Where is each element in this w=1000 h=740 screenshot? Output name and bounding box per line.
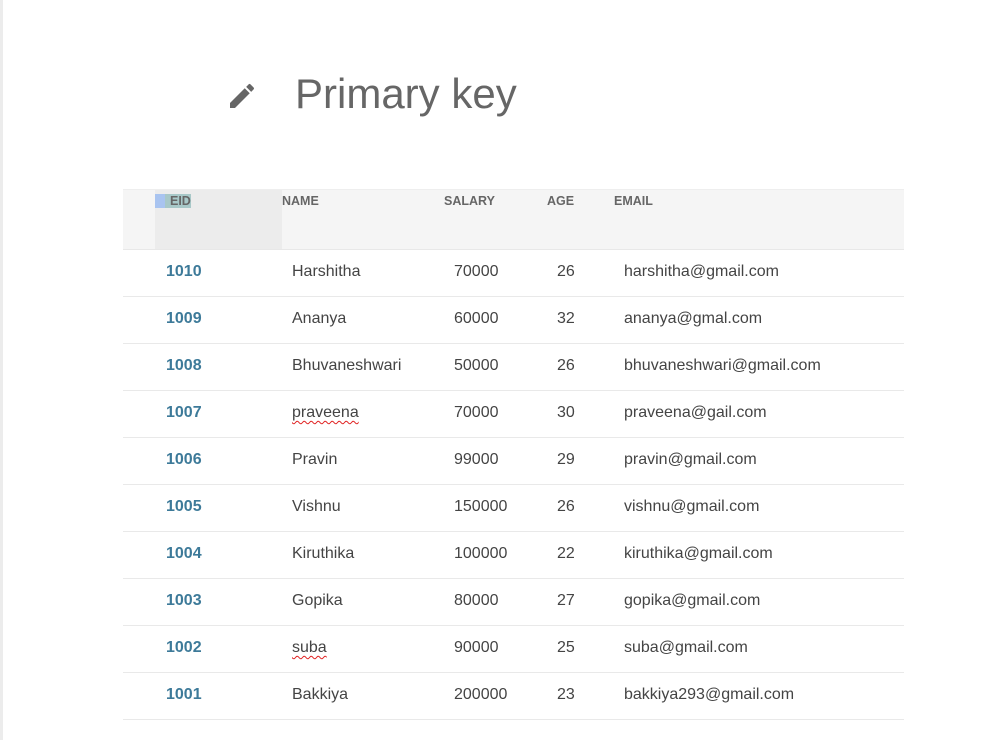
cell-age: 22 <box>557 545 575 562</box>
cell-salary: 80000 <box>454 592 499 609</box>
cell-age: 27 <box>557 592 575 609</box>
table-row[interactable]: 1009 Ananya 60000 32 ananya@gmal.com <box>123 297 904 344</box>
table-row[interactable]: 1002 suba 90000 25 suba@gmail.com <box>123 626 904 673</box>
cell-name: Bhuvaneshwari <box>292 357 402 374</box>
table-row[interactable]: 1005 Vishnu 150000 26 vishnu@gmail.com <box>123 485 904 532</box>
table-row[interactable]: 1006 Pravin 99000 29 pravin@gmail.com <box>123 438 904 485</box>
cell-eid: 1007 <box>166 404 202 421</box>
header-salary[interactable]: SALARY <box>444 194 495 208</box>
cell-age: 26 <box>557 263 575 280</box>
cell-eid: 1010 <box>166 263 202 280</box>
cell-email: gopika@gmail.com <box>624 592 761 609</box>
cell-email: bakkiya293@gmail.com <box>624 686 795 703</box>
cell-salary: 70000 <box>454 404 499 421</box>
cell-eid: 1003 <box>166 592 202 609</box>
cell-name: suba <box>292 639 327 656</box>
cell-eid: 1004 <box>166 545 202 562</box>
cell-salary: 70000 <box>454 263 499 280</box>
table-row[interactable]: 1008 Bhuvaneshwari 50000 26 bhuvaneshwari@gm… <box>123 344 904 391</box>
table-row[interactable]: 1004 Kiruthika 100000 22 kiruthika@gmail.com <box>123 532 904 579</box>
cell-name: Vishnu <box>292 498 341 515</box>
cell-eid: 1009 <box>166 310 202 327</box>
cell-salary: 150000 <box>454 498 508 515</box>
cell-age: 30 <box>557 404 575 421</box>
cell-eid: 1006 <box>166 451 202 468</box>
cell-salary: 200000 <box>454 686 508 703</box>
cell-age: 26 <box>557 357 575 374</box>
table-header: EID NAME SALARY AGE EMAIL <box>123 189 904 250</box>
cell-name: Gopika <box>292 592 343 609</box>
cell-email: ananya@gmal.com <box>624 310 763 327</box>
header-email[interactable]: EMAIL <box>614 194 653 208</box>
cell-email: praveena@gail.com <box>624 404 767 421</box>
cell-salary: 90000 <box>454 639 499 656</box>
data-table: EID NAME SALARY AGE EMAIL 1010 Harshitha 7… <box>123 189 904 720</box>
cell-name: Pravin <box>292 451 338 468</box>
cell-eid: 1005 <box>166 498 202 515</box>
cell-email: suba@gmail.com <box>624 639 748 656</box>
pencil-icon[interactable] <box>226 80 258 112</box>
cell-salary: 99000 <box>454 451 499 468</box>
table-row[interactable]: 1010 Harshitha 70000 26 harshitha@gmail.com <box>123 250 904 297</box>
cell-age: 26 <box>557 498 575 515</box>
table-body: 1010 Harshitha 70000 26 harshitha@gmail.com 1… <box>123 250 904 720</box>
cell-age: 32 <box>557 310 575 327</box>
cell-name: Kiruthika <box>292 545 355 562</box>
cell-email: kiruthika@gmail.com <box>624 545 773 562</box>
header-name[interactable]: NAME <box>282 194 319 208</box>
left-border <box>0 0 3 740</box>
table-row[interactable]: 1003 Gopika 80000 27 gopika@gmail.com <box>123 579 904 626</box>
cell-name: Harshitha <box>292 263 361 280</box>
cell-salary: 100000 <box>454 545 508 562</box>
cell-eid: 1002 <box>166 639 202 656</box>
cell-email: harshitha@gmail.com <box>624 263 779 280</box>
cell-email: vishnu@gmail.com <box>624 498 760 515</box>
header-age[interactable]: AGE <box>547 194 574 208</box>
header-eid[interactable]: EID <box>155 194 191 208</box>
cell-age: 23 <box>557 686 575 703</box>
cell-salary: 60000 <box>454 310 499 327</box>
table-row[interactable]: 1001 Bakkiya 200000 23 bakkiya293@gmail.com <box>123 673 904 720</box>
cell-age: 25 <box>557 639 575 656</box>
cell-name: Ananya <box>292 310 347 327</box>
cell-email: pravin@gmail.com <box>624 451 757 468</box>
cell-name: praveena <box>292 404 359 421</box>
cell-salary: 50000 <box>454 357 499 374</box>
table-row[interactable]: 1007 praveena 70000 30 praveena@gail.com <box>123 391 904 438</box>
page-title: Primary key <box>295 70 517 117</box>
cell-email: bhuvaneshwari@gmail.com <box>624 357 821 374</box>
cell-age: 29 <box>557 451 575 468</box>
cell-name: Bakkiya <box>292 686 349 703</box>
cell-eid: 1001 <box>166 686 202 703</box>
cell-eid: 1008 <box>166 357 202 374</box>
